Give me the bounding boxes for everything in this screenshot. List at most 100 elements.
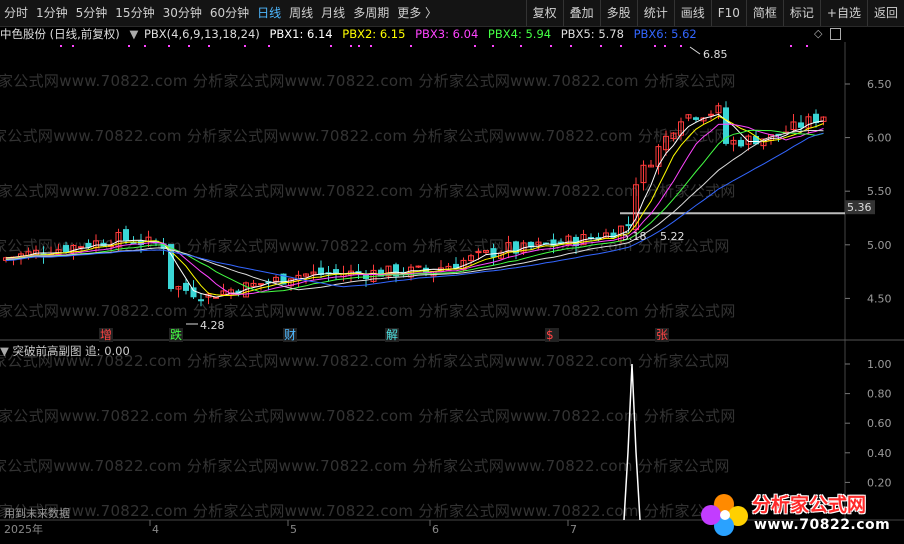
candle-body[interactable] (85, 242, 92, 248)
y-axis-label: 4.50 (867, 292, 892, 305)
x-axis-label: 7 (570, 523, 577, 536)
top-marker-dot (330, 45, 332, 47)
pbx4-value: 5.94 (525, 27, 552, 41)
annotation-mid1: 5.18 (622, 230, 647, 243)
pinwheel-icon (701, 494, 748, 536)
toolbar-button-5[interactable]: F10 (710, 0, 746, 26)
toolbar-button-7[interactable]: 标记 (782, 0, 820, 26)
price-tag: 5.36 (847, 201, 872, 214)
top-marker-dot (128, 45, 130, 47)
candle-body[interactable] (190, 287, 197, 298)
event-marker-4[interactable]: $ (546, 328, 554, 342)
stock-title[interactable]: 中色股份 (日线,前复权) (0, 27, 120, 41)
top-marker-dot (268, 45, 270, 47)
period-tab-7[interactable]: 周线 (285, 0, 317, 26)
sub-y-axis-label: 0.80 (867, 388, 892, 401)
period-tab-0[interactable]: 分时 (0, 0, 32, 26)
top-marker-dot (790, 45, 792, 47)
event-marker-5[interactable]: 张 (656, 328, 668, 342)
period-tab-2[interactable]: 5分钟 (72, 0, 112, 26)
top-marker-dot (474, 45, 476, 47)
candle-body[interactable] (798, 122, 804, 128)
top-marker-dot (492, 45, 494, 47)
y-axis-label: 5.50 (867, 185, 892, 198)
sub-y-axis-label: 0.60 (867, 417, 892, 430)
period-tab-3[interactable]: 15分钟 (111, 0, 158, 26)
candle-body[interactable] (738, 139, 744, 147)
pbx3-value: 6.04 (452, 27, 479, 41)
sub-settings-icon[interactable]: ▼ (0, 344, 9, 358)
top-marker-dot (244, 45, 246, 47)
toolbar-button-1[interactable]: 叠加 (562, 0, 600, 26)
diamond-icon[interactable]: ◇ (814, 27, 822, 40)
toolbar-button-6[interactable]: 简框 (745, 0, 783, 26)
candle-body[interactable] (63, 245, 69, 253)
period-tab-10[interactable]: 更多 〉 (393, 0, 441, 26)
top-marker-dot (410, 45, 412, 47)
candle-body[interactable] (333, 269, 339, 274)
top-marker-dot (664, 45, 666, 47)
sub-chart-title: 突破前高副图 (12, 344, 82, 358)
period-tab-4[interactable]: 30分钟 (159, 0, 206, 26)
top-marker-dot (144, 45, 146, 47)
candle-body[interactable] (693, 117, 699, 120)
candle-body[interactable] (475, 251, 482, 254)
event-marker-0[interactable]: 增 (100, 328, 112, 342)
candle-body[interactable] (415, 265, 422, 268)
toolbar-button-4[interactable]: 画线 (673, 0, 711, 26)
top-marker-dot (600, 45, 602, 47)
pbx-line-6 (5, 132, 824, 288)
toolbar-button-3[interactable]: 统计 (636, 0, 674, 26)
candle-body[interactable] (813, 113, 819, 124)
kline-chart[interactable]: 6.50 6.00 5.50 5.00 4.50 5.36 6.85 4.28 5.18 5.22… (0, 42, 904, 544)
top-marker-dot (520, 45, 522, 47)
window-icon[interactable] (830, 28, 841, 40)
site-logo: 分析家公式网 www.70822.com (698, 486, 898, 540)
annotation-low: 4.28 (200, 319, 225, 332)
candle-body[interactable] (78, 246, 84, 249)
logo-url: www.70822.com (754, 517, 891, 533)
y-axis-label: 6.00 (867, 132, 892, 145)
candle-body[interactable] (123, 229, 129, 241)
candle-body[interactable] (130, 241, 137, 245)
toolbar-button-0[interactable]: 复权 (525, 0, 563, 26)
annotation-high: 6.85 (703, 48, 728, 61)
pbx-line-1 (5, 113, 824, 298)
candle-body[interactable] (625, 224, 632, 227)
pbx6-value: 5.62 (671, 27, 697, 41)
indicator-legend: 中色股份 (日线,前复权) ▼ PBX(4,6,9,13,18,24) PBX1… (0, 26, 845, 42)
settings-icon[interactable]: ▼ (129, 27, 138, 41)
top-marker-dot (358, 45, 360, 47)
period-tab-8[interactable]: 月线 (317, 0, 349, 26)
candle-body[interactable] (490, 248, 497, 258)
pbx-line-3 (5, 123, 824, 295)
toolbar-button-9[interactable]: 返回 (866, 0, 904, 26)
y-axis-label: 5.00 (867, 239, 892, 252)
period-tab-6[interactable]: 日线 (253, 0, 285, 26)
sub-spike-line (623, 363, 641, 521)
event-marker-3[interactable]: 解 (386, 328, 398, 342)
sub-y-axis-label: 0.40 (867, 447, 892, 460)
candle-body[interactable] (183, 282, 189, 291)
period-tab-1[interactable]: 1分钟 (32, 0, 72, 26)
period-tab-9[interactable]: 多周期 (349, 0, 393, 26)
event-marker-2[interactable]: 财 (284, 328, 296, 342)
toolbar-button-2[interactable]: 多股 (599, 0, 637, 26)
pbx1-value: 6.14 (307, 27, 333, 41)
annotation-high-pointer (689, 46, 701, 55)
period-tab-5[interactable]: 60分钟 (206, 0, 253, 26)
annotation-mid2: 5.22 (660, 230, 685, 243)
pbx2-label: PBX2: (342, 27, 377, 41)
sub-chart-legend: ▼ 突破前高副图 追: 0.00 (0, 344, 130, 358)
candle-body[interactable] (258, 283, 264, 286)
candle-body[interactable] (708, 113, 714, 116)
event-marker-1[interactable]: 跌 (170, 327, 182, 342)
toolbar-button-8[interactable]: +自选 (819, 0, 867, 26)
top-marker-dot (550, 45, 552, 47)
pbx2-value: 6.15 (379, 27, 406, 41)
top-marker-dot (168, 45, 170, 47)
candle-body[interactable] (198, 299, 204, 302)
x-axis-label: 4 (152, 523, 159, 536)
top-marker-dot (350, 45, 352, 47)
future-data-note: 用到未来数据 (4, 507, 70, 520)
